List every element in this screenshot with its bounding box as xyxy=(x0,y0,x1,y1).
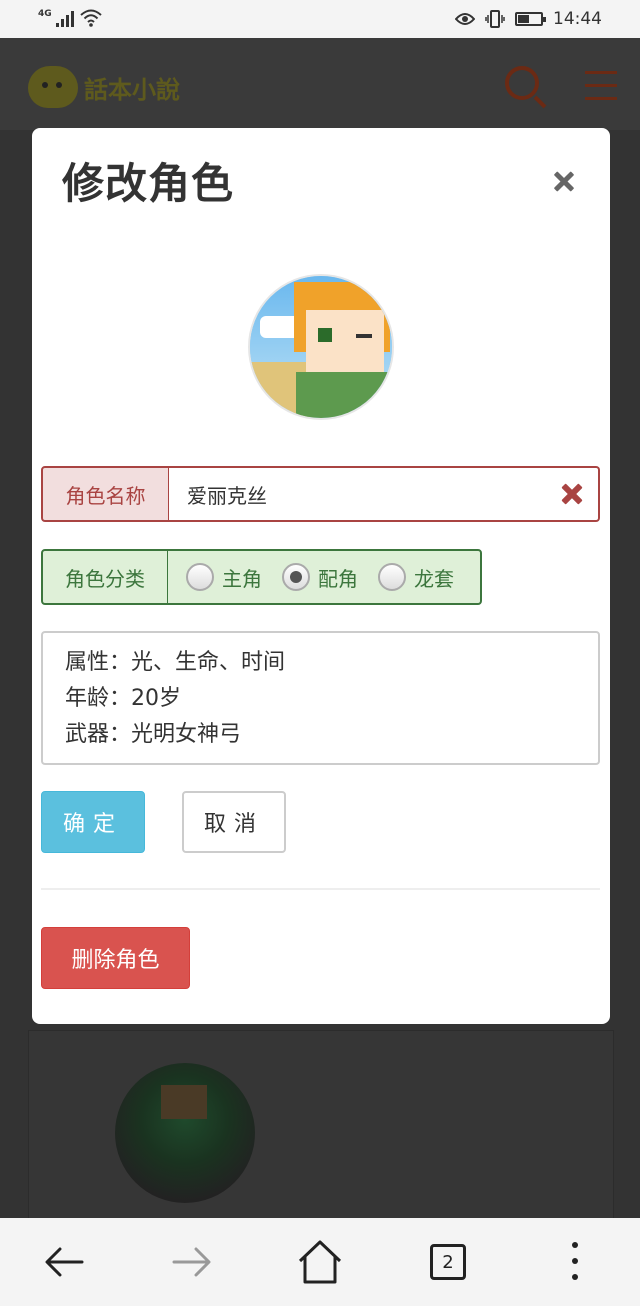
battery-icon xyxy=(515,12,546,26)
category-option-label: 主角 xyxy=(222,566,262,591)
tab-count: 2 xyxy=(430,1244,466,1280)
character-category-label: 角色分类 xyxy=(43,551,168,603)
wifi-icon xyxy=(79,9,102,27)
category-option-label: 配角 xyxy=(318,566,358,591)
browser-nav-bar: 2 xyxy=(0,1218,640,1306)
character-description-textarea[interactable]: 属性：光、生命、时间 年龄：20岁 武器：光明女神弓 xyxy=(41,631,600,765)
vibrate-icon xyxy=(485,10,505,28)
character-avatar-image[interactable] xyxy=(248,274,394,420)
radio-icon[interactable] xyxy=(186,563,214,591)
cancel-button[interactable]: 取消 xyxy=(182,791,286,853)
status-bar: 4G 14:44 xyxy=(0,0,640,38)
character-name-group: 角色名称 xyxy=(41,466,600,522)
character-name-label: 角色名称 xyxy=(41,466,169,522)
eye-icon xyxy=(455,13,475,25)
forward-icon[interactable] xyxy=(168,1238,216,1286)
back-icon[interactable] xyxy=(40,1238,88,1286)
character-avatar xyxy=(115,1063,255,1203)
category-option-supporting[interactable]: 配角 xyxy=(282,563,358,592)
logo-mascot-icon xyxy=(28,66,78,108)
description-line: 年龄：20岁 xyxy=(65,686,181,711)
category-option-extra[interactable]: 龙套 xyxy=(378,563,454,592)
radio-checked-icon[interactable] xyxy=(282,563,310,591)
more-icon[interactable] xyxy=(552,1238,600,1286)
site-logo: 話本小說 xyxy=(28,66,180,108)
site-header: 話本小說 xyxy=(0,38,640,130)
description-line: 属性：光、生命、时间 xyxy=(65,650,286,675)
category-option-label: 龙套 xyxy=(414,566,454,591)
edit-character-modal: 修改角色 角色名称 角色分类 主角 配角 龙套 xyxy=(32,128,610,1024)
logo-text: 話本小說 xyxy=(84,74,180,104)
clear-icon[interactable] xyxy=(560,482,584,506)
close-icon[interactable] xyxy=(548,166,580,198)
menu-icon xyxy=(585,71,617,110)
tabs-button[interactable]: 2 xyxy=(424,1238,472,1286)
signal-icon xyxy=(55,9,74,27)
character-category-group: 角色分类 主角 配角 龙套 xyxy=(41,549,482,605)
confirm-button[interactable]: 确定 xyxy=(41,791,145,853)
character-name-input[interactable] xyxy=(169,466,600,522)
character-card xyxy=(28,1030,614,1230)
divider xyxy=(41,888,600,890)
delete-character-button[interactable]: 删除角色 xyxy=(41,927,190,989)
description-line: 武器：光明女神弓 xyxy=(65,722,242,747)
radio-icon[interactable] xyxy=(378,563,406,591)
modal-title: 修改角色 xyxy=(62,159,235,208)
network-type: 4G xyxy=(38,9,52,19)
search-icon xyxy=(505,66,539,100)
category-option-protagonist[interactable]: 主角 xyxy=(186,563,262,592)
home-icon[interactable] xyxy=(296,1238,344,1286)
clock: 14:44 xyxy=(553,9,602,29)
